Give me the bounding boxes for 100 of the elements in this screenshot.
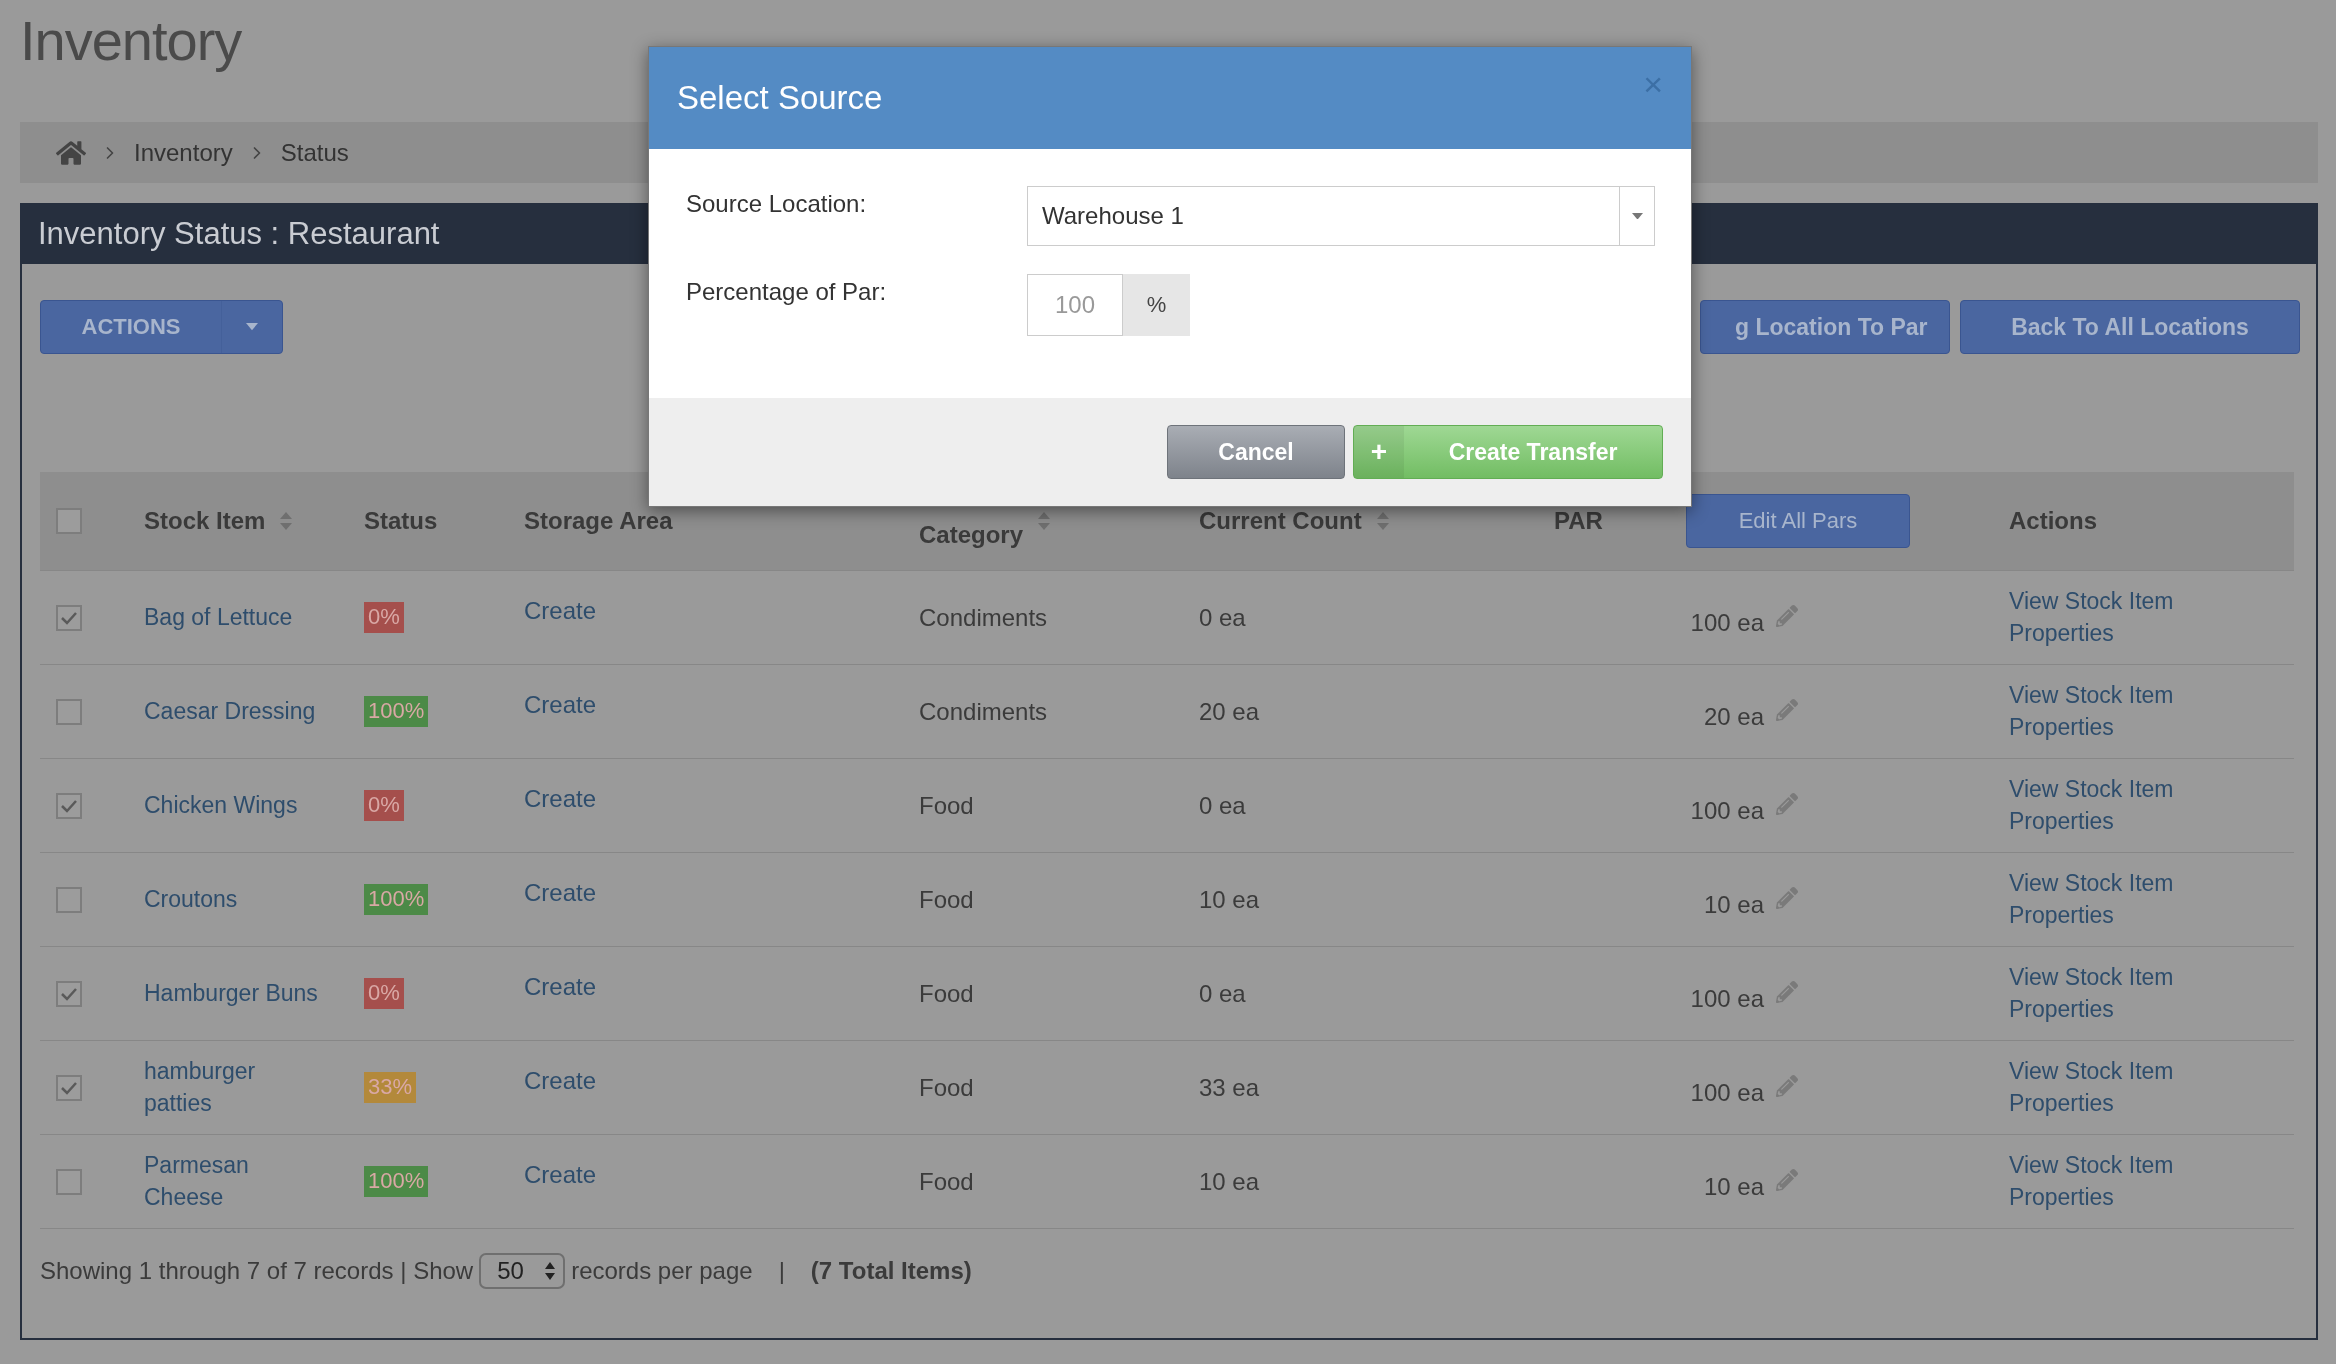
breadcrumb-item[interactable]: Inventory (134, 138, 233, 167)
par-cell-text: 10 ea (1702, 890, 1764, 919)
pencil-icon[interactable] (1776, 980, 1798, 1003)
records-text: Showing 1 through 7 of 7 records | Show (40, 1257, 474, 1285)
status-badge: 100% (364, 1166, 429, 1197)
category-cell: Condiments (919, 603, 1048, 632)
sort-icon[interactable] (1037, 510, 1052, 532)
checkbox[interactable] (56, 508, 82, 534)
dropdown-icon (1631, 212, 1643, 220)
view-properties-link[interactable]: View Stock Item Properties (2009, 680, 2199, 743)
category-cell: Food (919, 1167, 974, 1196)
location-to-par-button[interactable]: g Location To Par (1700, 300, 1950, 354)
column-header: Status (364, 506, 438, 536)
checkbox[interactable] (56, 604, 82, 631)
stock-item-link[interactable]: Chicken Wings (144, 789, 298, 821)
pencil-icon[interactable] (1776, 792, 1798, 815)
count-cell: 10 ea (1199, 1167, 1260, 1196)
cancel-button[interactable]: Cancel (1167, 425, 1345, 479)
category-cell: Food (919, 885, 974, 914)
create-link[interactable]: Create (524, 690, 597, 719)
checkbox[interactable] (56, 980, 82, 1007)
page-size-select[interactable]: 50 (479, 1253, 566, 1289)
column-header: PAR (1554, 506, 1603, 536)
view-properties-link[interactable]: View Stock Item Properties (2009, 774, 2199, 837)
category-cell: Food (919, 791, 974, 820)
stock-item-link[interactable]: Croutons (144, 883, 238, 915)
actions-button[interactable]: ACTIONS (40, 300, 283, 354)
checkbox[interactable] (56, 886, 82, 913)
stock-item-link[interactable]: Parmesan Cheese (144, 1150, 329, 1213)
total-items-text: (7 Total Items) (810, 1257, 972, 1285)
caret-icon (246, 323, 258, 331)
par-cell-text: 100 ea (1689, 1078, 1764, 1107)
check-icon (60, 610, 78, 625)
checkbox[interactable] (56, 1074, 82, 1101)
count-cell: 0 ea (1199, 979, 1246, 1008)
separator-text: | (778, 1257, 785, 1285)
category-cell: Food (919, 1073, 974, 1102)
field-label: Source Location: (686, 189, 868, 218)
checkbox[interactable] (56, 698, 82, 725)
create-link[interactable]: Create (524, 1160, 597, 1189)
sort-icon[interactable] (1375, 510, 1390, 532)
status-badge: 0% (364, 602, 404, 633)
dialog-title: Select Source (677, 79, 883, 117)
page-title: Inventory (20, 8, 242, 74)
pencil-icon[interactable] (1776, 1168, 1798, 1191)
sort-icon[interactable] (279, 510, 294, 532)
stock-item-link[interactable]: Bag of Lettuce (144, 601, 293, 633)
status-badge: 100% (364, 884, 429, 915)
pencil-icon[interactable] (1776, 698, 1798, 721)
check-icon (60, 986, 78, 1001)
count-cell: 33 ea (1199, 1073, 1260, 1102)
view-properties-link[interactable]: View Stock Item Properties (2009, 586, 2199, 649)
create-link[interactable]: Create (524, 784, 597, 813)
par-cell-text: 20 ea (1702, 702, 1764, 731)
create-transfer-button[interactable]: + Create Transfer (1353, 425, 1663, 479)
view-properties-link[interactable]: View Stock Item Properties (2009, 868, 2199, 931)
pencil-icon[interactable] (1776, 604, 1798, 627)
percentage-input[interactable]: 100 (1027, 274, 1123, 336)
category-cell: Condiments (919, 697, 1048, 726)
panel-title: Inventory Status : Restaurant (38, 215, 440, 252)
pencil-icon[interactable] (1776, 1074, 1798, 1097)
stock-item-link[interactable]: Hamburger Buns (144, 977, 318, 1009)
check-icon (60, 1080, 78, 1095)
back-button[interactable]: Back To All Locations (1960, 300, 2300, 354)
count-cell: 20 ea (1199, 697, 1260, 726)
column-header[interactable]: Current Count (1199, 506, 1362, 536)
status-badge: 100% (364, 696, 429, 727)
view-properties-link[interactable]: View Stock Item Properties (2009, 962, 2199, 1025)
count-cell: 0 ea (1199, 791, 1246, 820)
create-link[interactable]: Create (524, 878, 597, 907)
status-badge: 0% (364, 978, 404, 1009)
pencil-icon[interactable] (1776, 886, 1798, 909)
breadcrumb-item[interactable]: Status (280, 138, 349, 167)
percent-addon: % (1123, 274, 1190, 336)
column-header[interactable]: Stock Item (144, 506, 266, 536)
stepper-icon (545, 1262, 556, 1280)
edit-all-pars-button[interactable]: Edit All Pars (1686, 494, 1910, 548)
category-cell: Food (919, 979, 974, 1008)
column-header[interactable]: Category (919, 520, 1024, 550)
create-link[interactable]: Create (524, 1066, 597, 1095)
count-cell: 0 ea (1199, 603, 1246, 632)
par-cell-text: 100 ea (1689, 984, 1764, 1013)
check-icon (60, 798, 78, 813)
create-link[interactable]: Create (524, 596, 597, 625)
column-header: Actions (2009, 506, 2097, 536)
field-label: Percentage of Par: (686, 277, 888, 306)
view-properties-link[interactable]: View Stock Item Properties (2009, 1056, 2199, 1119)
checkbox[interactable] (56, 1168, 82, 1195)
source-location-select[interactable]: Warehouse 1 (1027, 186, 1655, 246)
per-page-text: records per page (571, 1257, 753, 1285)
status-badge: 0% (364, 790, 404, 821)
stock-item-link[interactable]: hamburger patties (144, 1056, 329, 1119)
stock-item-link[interactable]: Caesar Dressing (144, 695, 316, 727)
column-header: Storage Area (524, 506, 673, 536)
view-properties-link[interactable]: View Stock Item Properties (2009, 1150, 2199, 1213)
checkbox[interactable] (56, 792, 82, 819)
count-cell: 10 ea (1199, 885, 1260, 914)
par-cell-text: 100 ea (1689, 796, 1764, 825)
status-badge: 33% (364, 1072, 417, 1103)
create-link[interactable]: Create (524, 972, 597, 1001)
